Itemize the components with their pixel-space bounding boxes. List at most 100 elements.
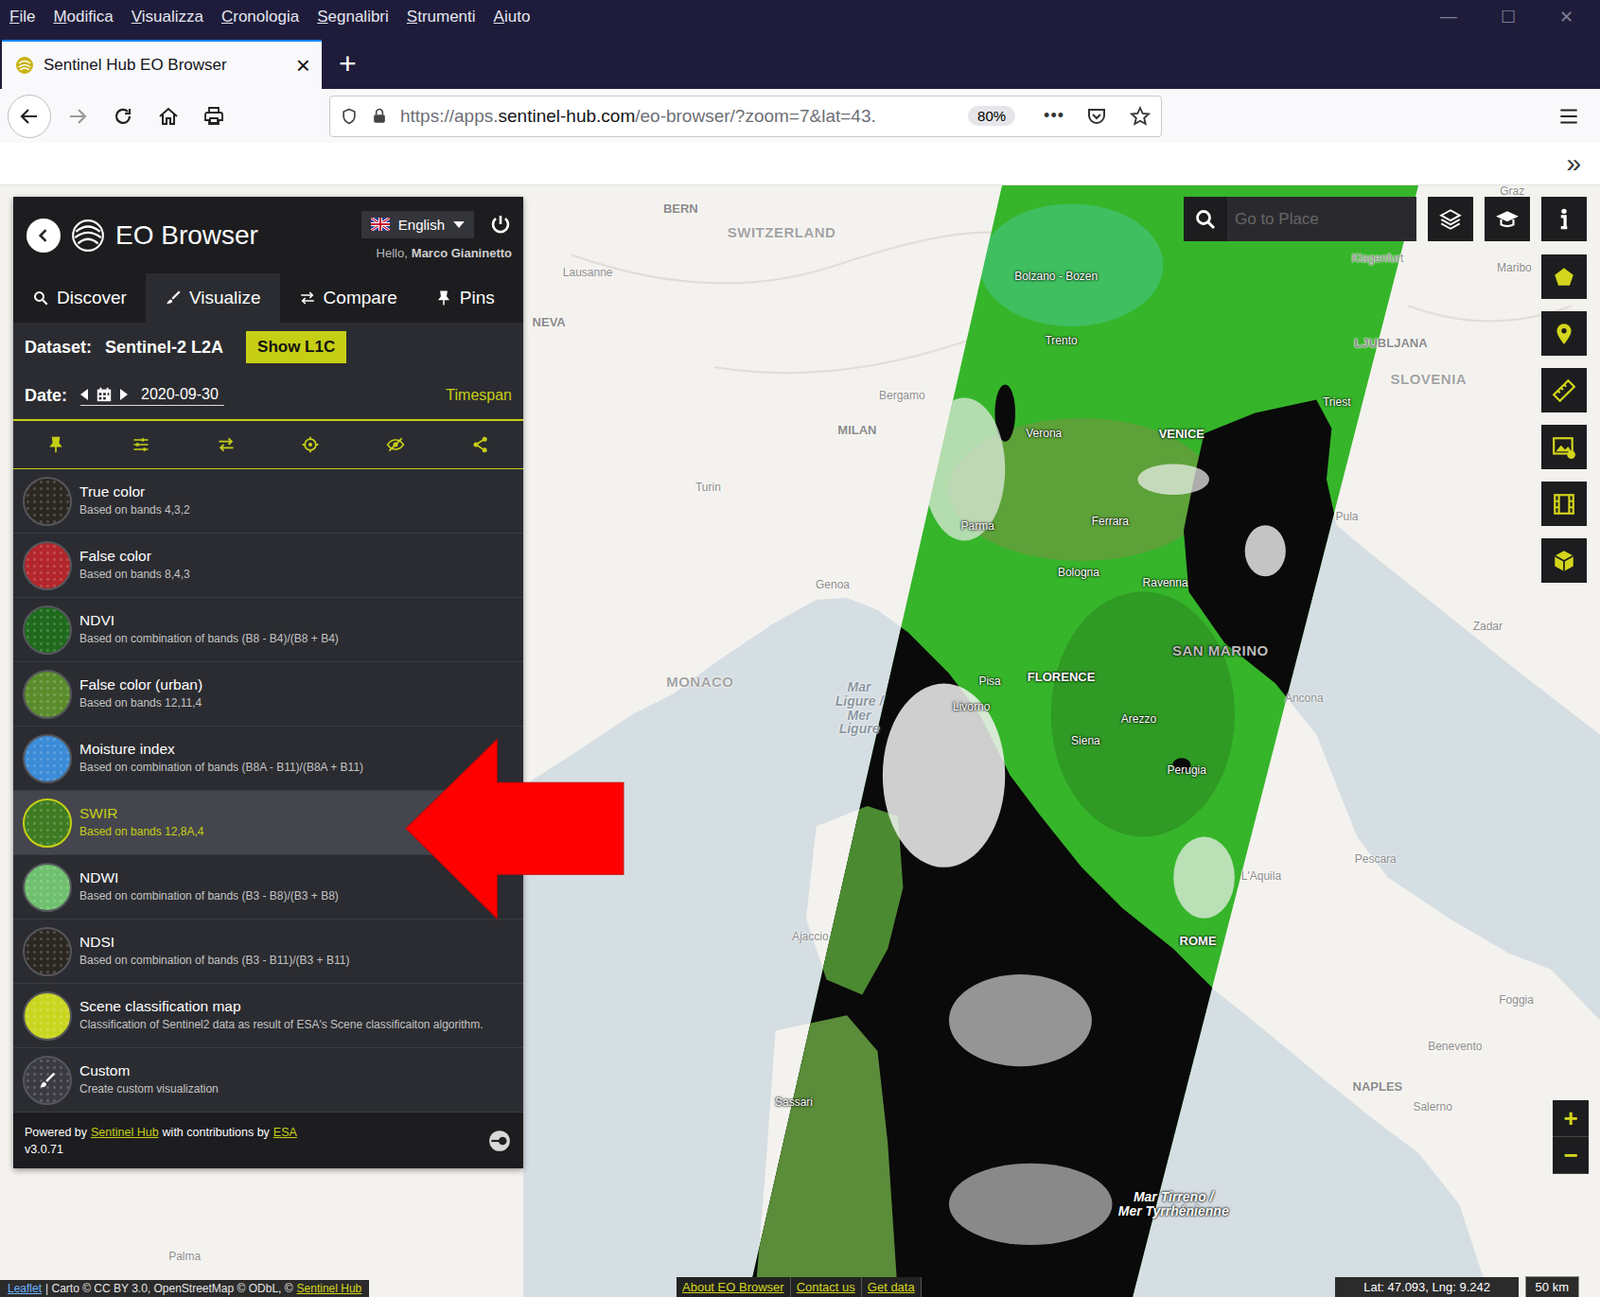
map-label: Bologna <box>1057 565 1100 580</box>
footer-link[interactable]: About EO Browser <box>676 1277 792 1297</box>
back-button[interactable] <box>7 94 52 139</box>
measure-button[interactable] <box>1541 368 1587 413</box>
home-button[interactable] <box>147 95 190 138</box>
timespan-link[interactable]: Timespan <box>445 386 512 405</box>
layers-button[interactable] <box>1427 196 1474 242</box>
page-actions-button[interactable]: ••• <box>1043 105 1065 126</box>
layer-item[interactable]: NDSIBased on combination of bands (B3 - … <box>13 919 524 985</box>
menu-item[interactable]: Cronologia <box>221 7 299 27</box>
area-of-interest-button[interactable] <box>1541 254 1587 299</box>
download-image-button[interactable] <box>1541 424 1587 470</box>
panel-footer: Powered bySentinel Hubwith contributions… <box>13 1112 524 1169</box>
arrow-right-icon <box>66 105 89 128</box>
layer-title: NDVI <box>79 612 339 630</box>
map[interactable]: BERNSWITZERLANDLausanneNEVABergamoMILANT… <box>0 185 1600 1297</box>
info-button[interactable] <box>1541 196 1587 242</box>
star-icon[interactable] <box>1128 105 1152 128</box>
timelapse-button[interactable] <box>1541 481 1587 527</box>
map-label: MarLigure /MerLigure <box>835 680 884 737</box>
zoom-level[interactable]: 80% <box>967 105 1016 126</box>
layer-item[interactable]: SWIRBased on bands 12,8A,4 <box>13 791 524 856</box>
island <box>755 1015 898 1297</box>
window-controls: — ☐ ✕ <box>1440 6 1600 28</box>
3d-button[interactable] <box>1541 538 1587 583</box>
date-picker[interactable]: 2020-09-30 <box>80 386 225 406</box>
window-control[interactable]: ☐ <box>1500 6 1516 28</box>
address-bar[interactable]: https://apps.sentinel-hub.com/eo-browser… <box>329 95 1162 138</box>
layer-toolbar <box>13 421 524 470</box>
power-icon[interactable] <box>489 212 512 236</box>
panel-tab[interactable]: Visualize <box>145 273 281 323</box>
layer-item[interactable]: Scene classification mapClassification o… <box>13 984 524 1049</box>
next-date-icon[interactable] <box>120 388 128 401</box>
layer-item[interactable]: False colorBased on bands 8,4,3 <box>13 533 524 598</box>
previous-date-icon[interactable] <box>80 388 88 401</box>
search-icon[interactable] <box>1194 208 1217 231</box>
share-icon[interactable] <box>471 435 491 455</box>
footer-link[interactable]: ESA <box>273 1125 298 1140</box>
window-control[interactable]: ✕ <box>1559 6 1574 28</box>
tab-bar: Sentinel Hub EO Browser× + <box>0 34 1600 89</box>
layer-thumbnail <box>22 605 72 655</box>
red-arrow-icon <box>405 739 624 919</box>
forward-button[interactable] <box>56 95 99 138</box>
menu-item[interactable]: Strumenti <box>406 7 476 27</box>
zoom-button[interactable]: + <box>1552 1100 1589 1138</box>
attribution-link[interactable]: Sentinel Hub <box>297 1282 363 1296</box>
attribution-link[interactable]: Leaflet <box>7 1282 42 1296</box>
print-button[interactable] <box>193 95 235 138</box>
swap-icon <box>298 289 317 307</box>
panel-tab[interactable]: Pins <box>416 273 514 323</box>
user-area: EnglishHello,Marco Gianinetto <box>361 210 512 261</box>
pocket-icon[interactable] <box>1085 105 1108 128</box>
tutorial-button[interactable] <box>1484 196 1530 242</box>
esa-logo-icon[interactable] <box>487 1128 512 1154</box>
layer-item[interactable]: False color (urban)Based on bands 12,11,… <box>13 662 524 727</box>
layer-item[interactable]: NDWIBased on combination of bands (B3 - … <box>13 855 524 920</box>
panel-tab[interactable]: Compare <box>280 273 417 323</box>
zoom-button[interactable]: − <box>1552 1137 1589 1175</box>
show-l1c-button[interactable]: Show L1C <box>246 331 347 364</box>
hamburger-menu-icon[interactable] <box>1556 104 1582 129</box>
date-value[interactable]: 2020-09-30 <box>140 386 219 404</box>
overflow-button[interactable]: » <box>1565 148 1582 179</box>
layer-item[interactable]: True colorBased on bands 4,3,2 <box>13 469 524 534</box>
sliders-icon[interactable] <box>131 435 151 455</box>
layer-description: Based on combination of bands (B8 - B4)/… <box>79 632 339 648</box>
layer-item[interactable]: Moisture indexBased on combination of ba… <box>13 726 524 792</box>
map-label: Trento <box>1044 334 1077 348</box>
menu-item[interactable]: Visualizza <box>131 7 204 27</box>
layer-thumbnail <box>22 669 72 720</box>
place-search[interactable]: Go to Place <box>1183 196 1417 242</box>
satellite-image <box>523 185 1600 1297</box>
reload-button[interactable] <box>102 95 144 138</box>
search-placeholder[interactable]: Go to Place <box>1227 210 1319 229</box>
eye-slash-icon[interactable] <box>386 435 405 455</box>
layer-item[interactable]: CustomCreate custom visualization <box>13 1048 524 1113</box>
layer-description: Based on bands 12,8A,4 <box>79 825 204 841</box>
close-tab-button[interactable]: × <box>296 52 311 78</box>
point-of-interest-button[interactable] <box>1541 311 1587 356</box>
map-label: SLOVENIA <box>1389 369 1467 387</box>
layer-thumbnail <box>22 798 72 848</box>
footer-link[interactable]: Contact us <box>791 1277 862 1297</box>
compare-icon[interactable] <box>216 435 236 455</box>
pin-icon[interactable] <box>46 435 66 455</box>
crosshair-icon[interactable] <box>300 435 320 455</box>
browser-tab[interactable]: Sentinel Hub EO Browser× <box>1 39 322 89</box>
menu-item[interactable]: Segnalibri <box>316 7 389 27</box>
panel-tab[interactable]: Discover <box>13 273 146 323</box>
footer-link[interactable]: Sentinel Hub <box>90 1125 159 1140</box>
menu-item[interactable]: File <box>9 7 36 27</box>
new-tab-button[interactable]: + <box>338 46 357 82</box>
window-control[interactable]: — <box>1440 6 1458 28</box>
map-label: MONACO <box>666 673 734 690</box>
calendar-icon[interactable] <box>95 386 113 404</box>
footer-link[interactable]: Get data <box>861 1277 922 1297</box>
layer-item[interactable]: NDVI Based on combination of bands (B8 - … <box>13 597 524 663</box>
collapse-button[interactable] <box>26 218 61 253</box>
menu-item[interactable]: Aiuto <box>493 7 531 27</box>
layer-description: Based on combination of bands (B3 - B8)/… <box>79 889 339 905</box>
menu-item[interactable]: Modifica <box>52 7 113 27</box>
language-select[interactable]: English <box>361 210 475 239</box>
